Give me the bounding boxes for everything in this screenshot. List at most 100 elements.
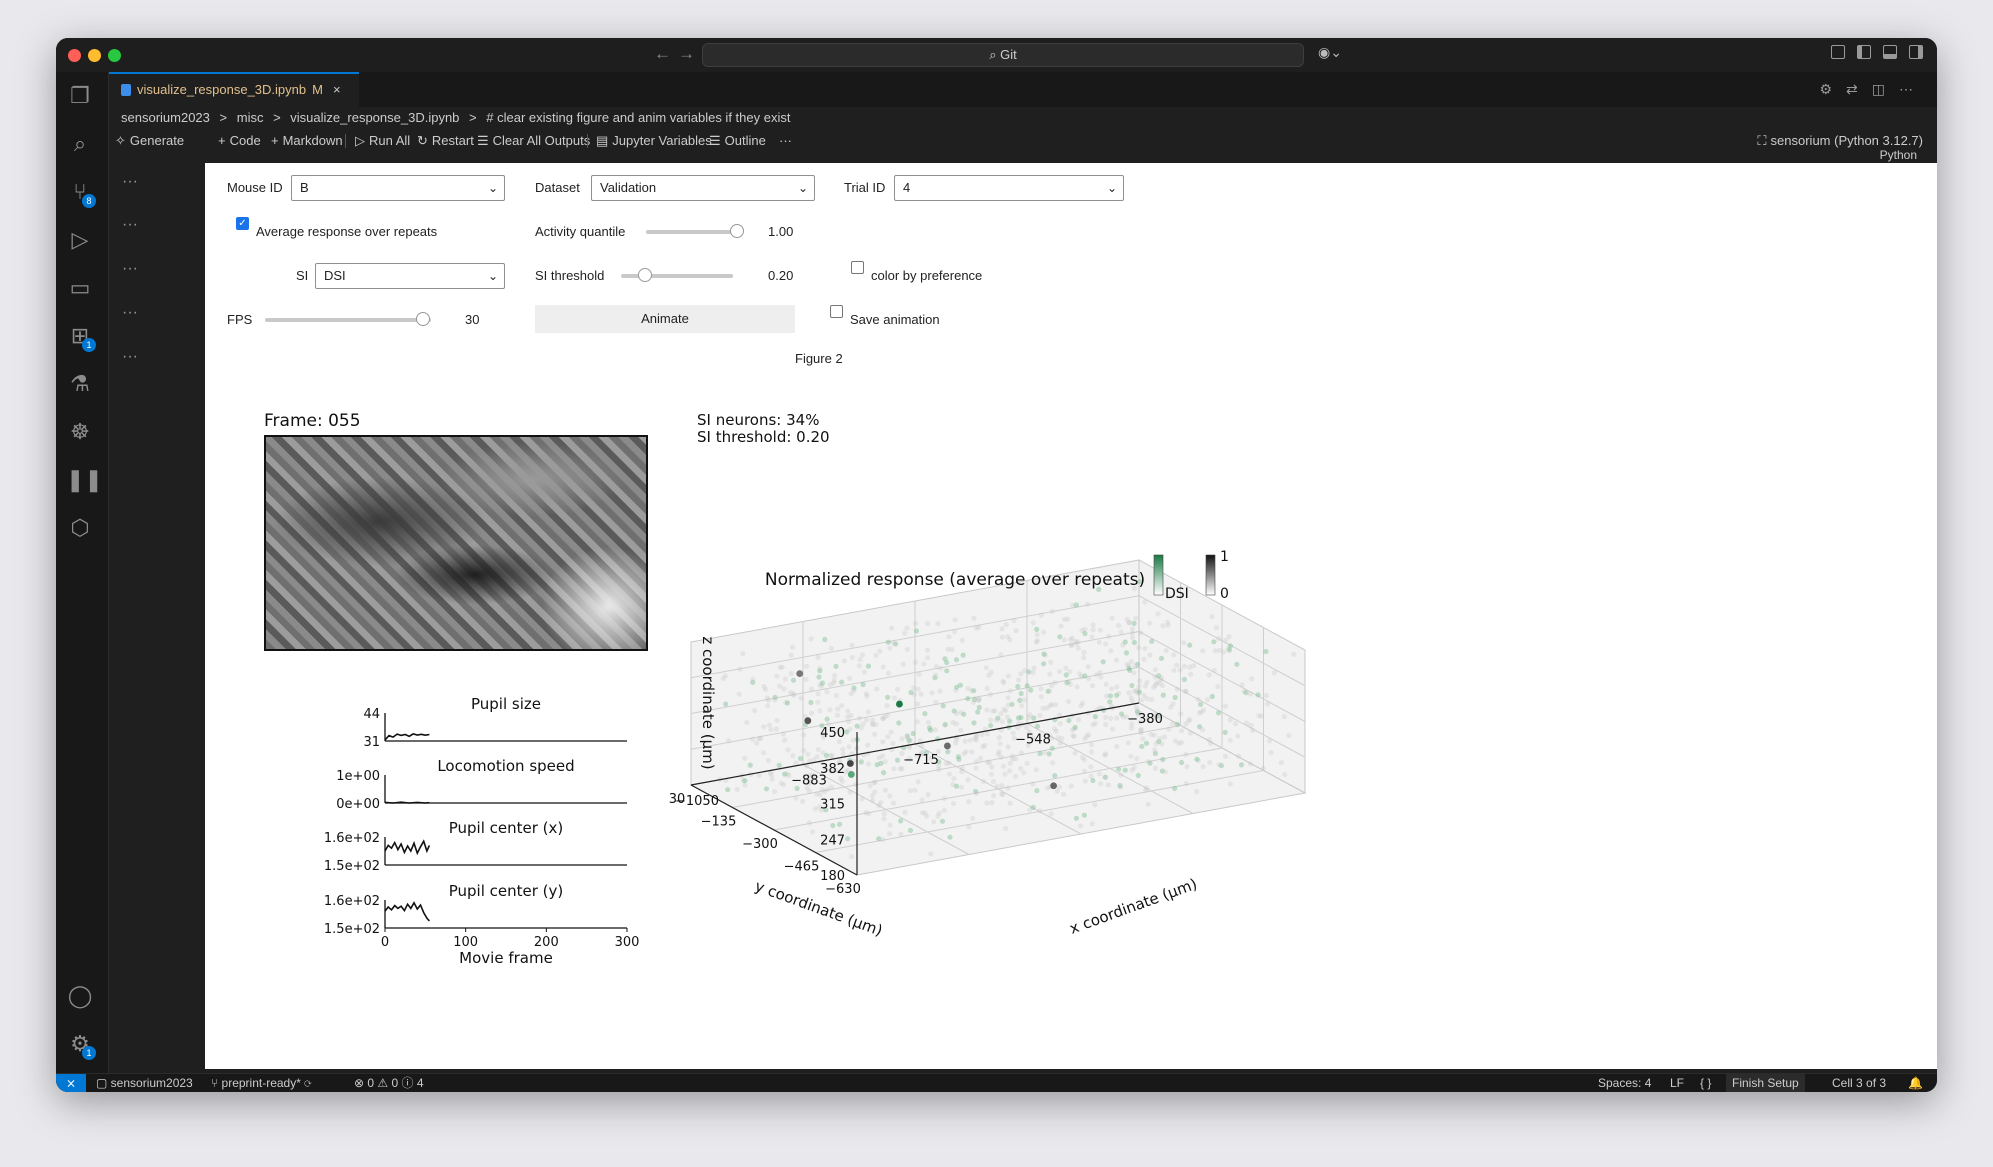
back-arrow-icon[interactable]: ← [654,44,671,64]
breadcrumb-item[interactable]: visualize_response_3D.ipynb [290,110,459,125]
pause-icon[interactable]: ❚❚ [66,466,103,494]
mouse-id-dropdown[interactable]: B ⌄ [291,175,505,201]
jupyter-variables-button[interactable]: ▤ Jupyter Variables [596,129,712,153]
settings-gear-icon[interactable]: ⚙ 1 [66,1030,96,1060]
neuron-point [1148,696,1155,703]
kubernetes-icon[interactable]: ☸ [66,418,94,446]
neuron-point [1183,780,1189,787]
neuron-point [1047,671,1053,677]
neuron-point [1206,672,1212,678]
generate-button[interactable]: ✧ Generate [115,129,184,153]
add-code-button[interactable]: + Code [218,129,261,153]
neuron-point [1103,721,1109,728]
y-tick-label: 1.5e+02 [324,859,380,874]
layout-customize-icon[interactable] [1831,45,1845,59]
zoom-window-button[interactable] [108,49,121,62]
neuron-point [734,786,740,792]
neuron-point [872,731,878,737]
split-editor-icon[interactable]: ◫ [1872,81,1899,97]
fps-slider[interactable] [265,312,431,326]
add-markdown-button[interactable]: + Markdown [271,129,343,153]
output-more-icon[interactable]: ··· [122,216,138,234]
search-icon[interactable]: ⌕ [66,130,94,158]
clear-all-outputs-button[interactable]: ☰ Clear All Outputs [477,129,590,153]
color-by-preference-checkbox[interactable] [851,261,864,274]
tab-notebook[interactable]: visualize_response_3D.ipynb M × [109,72,359,107]
eol[interactable]: LF [1670,1074,1684,1092]
neuron-point [984,731,990,737]
copilot-icon[interactable]: ◉⌄ [1318,44,1342,61]
neuron-point [992,708,998,714]
close-window-button[interactable] [68,49,81,62]
neuron-point [756,736,762,742]
extensions-icon[interactable]: ⊞ 1 [66,322,96,352]
notebook-settings-icon[interactable]: ⚙ [1819,81,1846,97]
minimize-window-button[interactable] [88,49,101,62]
neuron-point [742,782,748,788]
problems-count[interactable]: ⊗ 0 ⚠ 0 ⓘ 4 [354,1074,424,1092]
compare-changes-icon[interactable]: ⇄ [1846,81,1872,97]
neuron-point [954,710,960,716]
more-actions-icon[interactable]: ⋯ [1899,81,1927,97]
breadcrumb-item[interactable]: sensorium2023 [121,110,210,125]
neuron-point [1118,772,1124,778]
output-more-icon[interactable]: ··· [122,260,138,278]
command-center[interactable]: ⌕ Git [702,43,1304,67]
si-threshold-slider[interactable] [621,268,733,282]
cell-language-label[interactable]: Python [1880,148,1917,162]
run-all-button[interactable]: ▷ Run All [355,129,410,153]
cell-indicator[interactable]: Cell 3 of 3 [1832,1074,1886,1092]
animate-button[interactable]: Animate [535,305,795,333]
output-more-icon[interactable]: ··· [122,348,138,366]
neuron-point [1082,626,1088,632]
toggle-sidebar-icon[interactable] [1857,45,1871,59]
source-control-icon[interactable]: ⑂ 8 [66,178,96,208]
activity-quantile-slider[interactable] [646,224,744,238]
output-more-icon[interactable]: ··· [122,304,138,322]
neuron-point [880,837,886,843]
bell-icon[interactable]: 🔔 [1908,1074,1923,1092]
outline-button[interactable]: ☰ Outline [709,129,766,153]
dataset-dropdown[interactable]: Validation ⌄ [591,175,815,201]
dataset-value: Validation [600,180,657,195]
neuron-point [1088,773,1094,779]
save-animation-checkbox[interactable] [830,305,843,318]
slider-handle[interactable] [638,268,652,282]
neuron-point [840,751,846,757]
remote-indicator-icon[interactable]: ⨯ [56,1074,86,1092]
activity-quantile-label: Activity quantile [535,224,626,239]
remote-explorer-icon[interactable]: ▭ [66,274,94,302]
forward-arrow-icon[interactable]: → [678,44,695,64]
explorer-icon[interactable]: ❐ [66,82,94,110]
si-dropdown[interactable]: DSI ⌄ [315,263,505,289]
account-icon[interactable]: ◯ [66,982,94,1010]
testing-icon[interactable]: ⚗ [66,370,94,398]
breadcrumb-item[interactable]: misc [237,110,264,125]
tab-close-icon[interactable]: × [333,82,341,97]
finish-setup-button[interactable]: Finish Setup [1726,1074,1805,1092]
chevron-down-icon: ⌄ [487,269,498,283]
average-repeats-checkbox[interactable]: ✓ [236,217,249,230]
neuron-point [1271,670,1277,676]
slider-handle[interactable] [730,224,744,238]
more-toolbar-button[interactable]: ··· [779,129,792,153]
container-icon[interactable]: ⬡ [66,514,94,542]
output-more-icon[interactable]: ··· [122,173,138,191]
toggle-panel-icon[interactable] [1883,45,1897,59]
git-branch[interactable]: ⑂ preprint-ready* ⟳ [211,1074,311,1092]
neuron-point [965,696,971,702]
neuron-point [987,692,993,698]
breadcrumb-item[interactable]: # clear existing figure and anim variabl… [486,110,790,125]
restart-button[interactable]: ↻ Restart [417,129,474,153]
trial-id-dropdown[interactable]: 4 ⌄ [894,175,1124,201]
indentation[interactable]: Spaces: 4 [1598,1074,1651,1092]
neuron-point [1056,784,1062,790]
slider-handle[interactable] [416,312,430,326]
modified-indicator: M [312,82,323,97]
workspace-name[interactable]: ▢ sensorium2023 [96,1074,193,1092]
neuron-point [919,797,925,803]
toggle-secondary-sidebar-icon[interactable] [1909,45,1923,59]
language-mode-icon[interactable]: { } [1700,1074,1711,1092]
run-debug-icon[interactable]: ▷ [66,226,94,254]
neuron-point [988,717,994,723]
